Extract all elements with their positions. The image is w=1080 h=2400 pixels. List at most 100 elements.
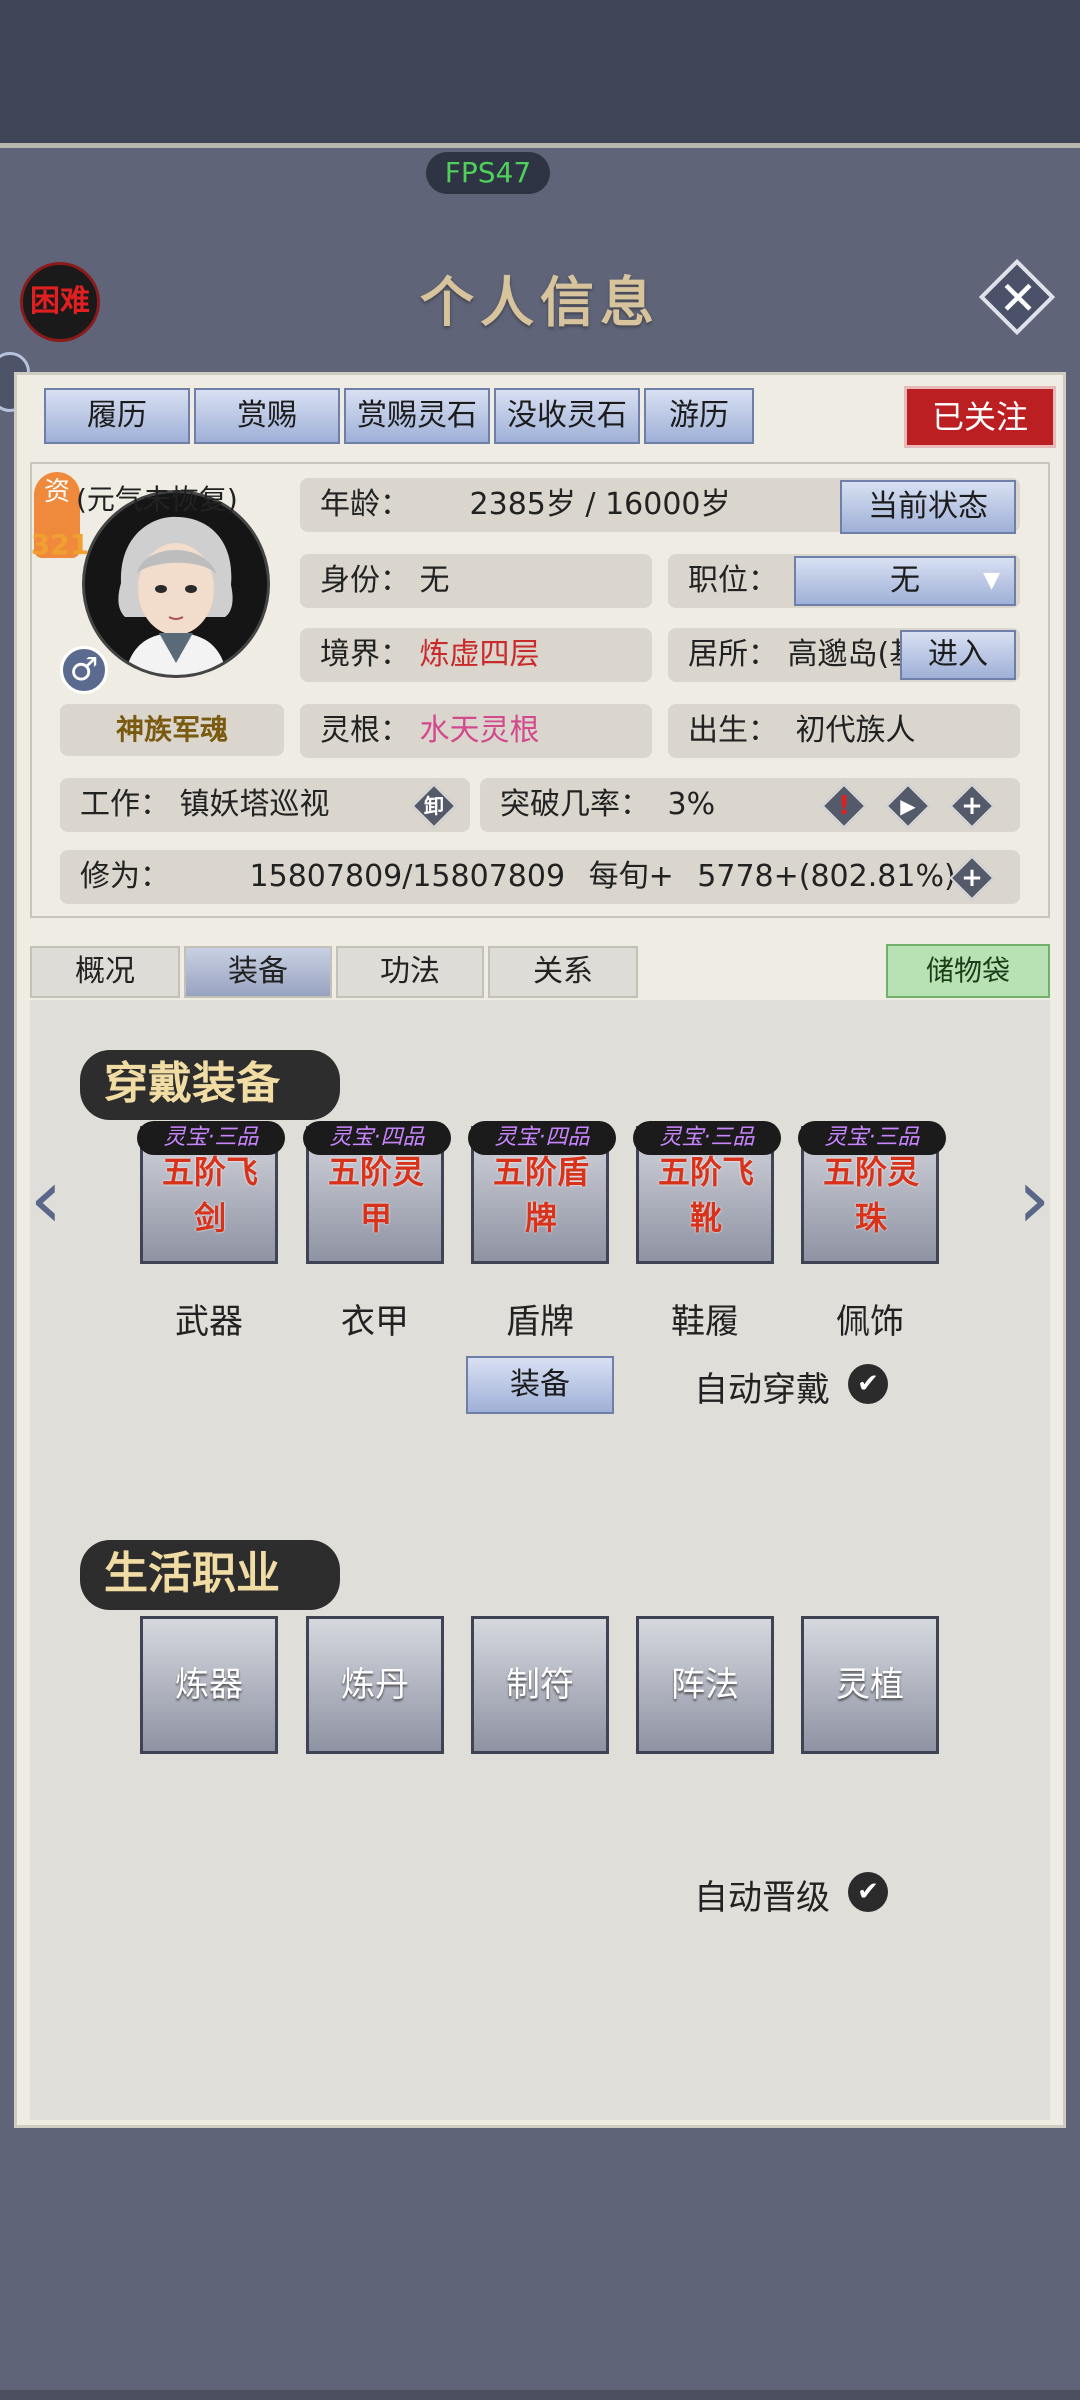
slot-label-weapon: 武器	[175, 1302, 243, 1342]
auto-upgrade-label: 自动晋级	[694, 1878, 830, 1918]
breakthrough-warning-button[interactable]: !	[821, 783, 867, 829]
breakthrough-play-button[interactable]: ▶	[885, 783, 931, 829]
slot-grade-badge: 灵宝·三品	[137, 1121, 285, 1155]
breakthrough-label: 突破几率：	[500, 787, 650, 822]
equipment-section-title: 穿戴装备	[80, 1050, 340, 1120]
slot-item-name: 五阶飞靴	[657, 1153, 754, 1237]
cultivation-field: 修为： 15807809/15807809 每旬+ 5778+(802.81%)	[60, 850, 1020, 904]
male-icon: ♂	[60, 646, 108, 694]
chevron-left-icon[interactable]: ‹	[18, 1159, 74, 1241]
life-job-talisman[interactable]: 制符	[471, 1616, 609, 1754]
equipment-slot-weapon[interactable]: 五阶飞剑 灵宝·三品	[137, 1121, 285, 1264]
identity-value: 无	[419, 563, 450, 598]
aptitude-value: 321	[30, 528, 90, 561]
difficulty-badge: 困难	[20, 262, 100, 342]
storage-bag-button[interactable]: 储物袋	[886, 944, 1050, 998]
realm-label: 境界：	[320, 637, 410, 672]
tab-overview[interactable]: 概况	[30, 946, 180, 998]
tab-reward[interactable]: 赏赐	[194, 388, 340, 444]
character-portrait-icon	[85, 493, 267, 675]
slot-grade-badge: 灵宝·四品	[468, 1121, 616, 1155]
bottom-edge	[0, 2390, 1080, 2400]
tab-relations[interactable]: 关系	[488, 946, 638, 998]
breakthrough-field: 突破几率： 3%	[480, 778, 1020, 832]
breakthrough-value: 3%	[667, 787, 716, 822]
close-icon: ✕	[998, 271, 1038, 325]
cultivation-value: 15807809/15807809	[249, 859, 566, 894]
vigor-status: (元气未恢复)	[76, 483, 238, 516]
age-label: 年龄：	[320, 487, 410, 522]
avatar[interactable]	[82, 490, 270, 678]
close-button[interactable]: ✕	[978, 258, 1056, 336]
birth-value: 初代族人	[795, 713, 916, 748]
slot-grade-badge: 灵宝·四品	[303, 1121, 451, 1155]
life-job-alchemy[interactable]: 炼丹	[306, 1616, 444, 1754]
position-select[interactable]: 无 ▼	[794, 556, 1016, 606]
per-turn-label: 每旬+	[588, 859, 674, 894]
cultivation-add-button[interactable]: +	[949, 855, 995, 901]
age-value: 2385岁 / 16000岁	[469, 487, 731, 522]
slot-item-name: 五阶盾牌	[492, 1153, 589, 1237]
unassign-work-label: 卸	[424, 794, 444, 818]
page-title: 个人信息	[420, 270, 660, 334]
auto-wear-label: 自动穿戴	[694, 1370, 830, 1410]
tab-confiscate-spirit-stone[interactable]: 没收灵石	[494, 388, 640, 444]
unassign-work-button[interactable]: 卸	[411, 783, 457, 829]
spirit-root-label: 灵根：	[320, 713, 410, 748]
equip-button[interactable]: 装备	[466, 1356, 614, 1414]
identity-field: 身份： 无	[300, 554, 652, 608]
life-jobs-section-title: 生活职业	[80, 1540, 340, 1610]
title-badge: 神族军魂	[60, 704, 284, 756]
life-job-formation[interactable]: 阵法	[636, 1616, 774, 1754]
slot-item-name: 五阶灵甲	[327, 1153, 424, 1237]
per-turn-value: 5778+(802.81%)	[697, 859, 956, 894]
breakthrough-add-button[interactable]: +	[949, 783, 995, 829]
equipment-slot-accessory[interactable]: 五阶灵珠 灵宝·三品	[798, 1121, 946, 1264]
auto-wear-checkbox[interactable]: ✔	[848, 1364, 888, 1404]
birth-field: 出生： 初代族人	[668, 704, 1020, 758]
slot-item-name: 五阶飞剑	[161, 1153, 258, 1237]
tab-travel[interactable]: 游历	[644, 388, 754, 444]
fps-counter: FPS47	[426, 152, 550, 194]
tab-reward-spirit-stone[interactable]: 赏赐灵石	[344, 388, 490, 444]
slot-label-shield: 盾牌	[506, 1302, 574, 1342]
chevron-down-icon: ▼	[983, 568, 1000, 593]
enter-residence-button[interactable]: 进入	[900, 630, 1016, 680]
identity-label: 身份：	[320, 563, 410, 598]
equipment-slot-boots[interactable]: 五阶飞靴 灵宝·三品	[633, 1121, 781, 1264]
work-label: 工作：	[80, 787, 170, 822]
exclamation-icon: !	[838, 791, 850, 821]
life-job-herbalism[interactable]: 灵植	[801, 1616, 939, 1754]
equipment-slot-armor[interactable]: 五阶灵甲 灵宝·四品	[303, 1121, 451, 1264]
header-divider	[0, 143, 1080, 148]
current-state-button[interactable]: 当前状态	[840, 480, 1016, 534]
plus-icon: +	[961, 791, 983, 821]
auto-upgrade-checkbox[interactable]: ✔	[848, 1872, 888, 1912]
slot-grade-badge: 灵宝·三品	[633, 1121, 781, 1155]
birth-label: 出生：	[688, 713, 778, 748]
residence-label: 居所：	[688, 637, 778, 672]
tab-history[interactable]: 履历	[44, 388, 190, 444]
slot-label-boots: 鞋履	[671, 1302, 739, 1342]
realm-value: 炼虚四层	[419, 637, 540, 672]
work-field: 工作： 镇妖塔巡视	[60, 778, 470, 832]
spirit-root-value: 水天灵根	[419, 713, 540, 748]
follow-button[interactable]: 已关注	[904, 386, 1056, 448]
slot-label-accessory: 佩饰	[836, 1302, 904, 1342]
tab-techniques[interactable]: 功法	[336, 946, 484, 998]
play-icon: ▶	[900, 794, 916, 818]
spirit-root-field: 灵根： 水天灵根	[300, 704, 652, 758]
realm-field: 境界： 炼虚四层	[300, 628, 652, 682]
chevron-right-icon[interactable]: ›	[1006, 1159, 1062, 1241]
work-value: 镇妖塔巡视	[179, 787, 330, 822]
position-value: 无	[890, 563, 920, 598]
plus-icon: +	[961, 863, 983, 893]
status-bar-area	[0, 0, 1080, 145]
equipment-slot-shield[interactable]: 五阶盾牌 灵宝·四品	[468, 1121, 616, 1264]
cultivation-label: 修为：	[80, 859, 170, 894]
life-job-refining[interactable]: 炼器	[140, 1616, 278, 1754]
tab-equipment[interactable]: 装备	[184, 946, 332, 998]
slot-label-armor: 衣甲	[341, 1302, 409, 1342]
slot-grade-badge: 灵宝·三品	[798, 1121, 946, 1155]
slot-item-name: 五阶灵珠	[822, 1153, 919, 1237]
